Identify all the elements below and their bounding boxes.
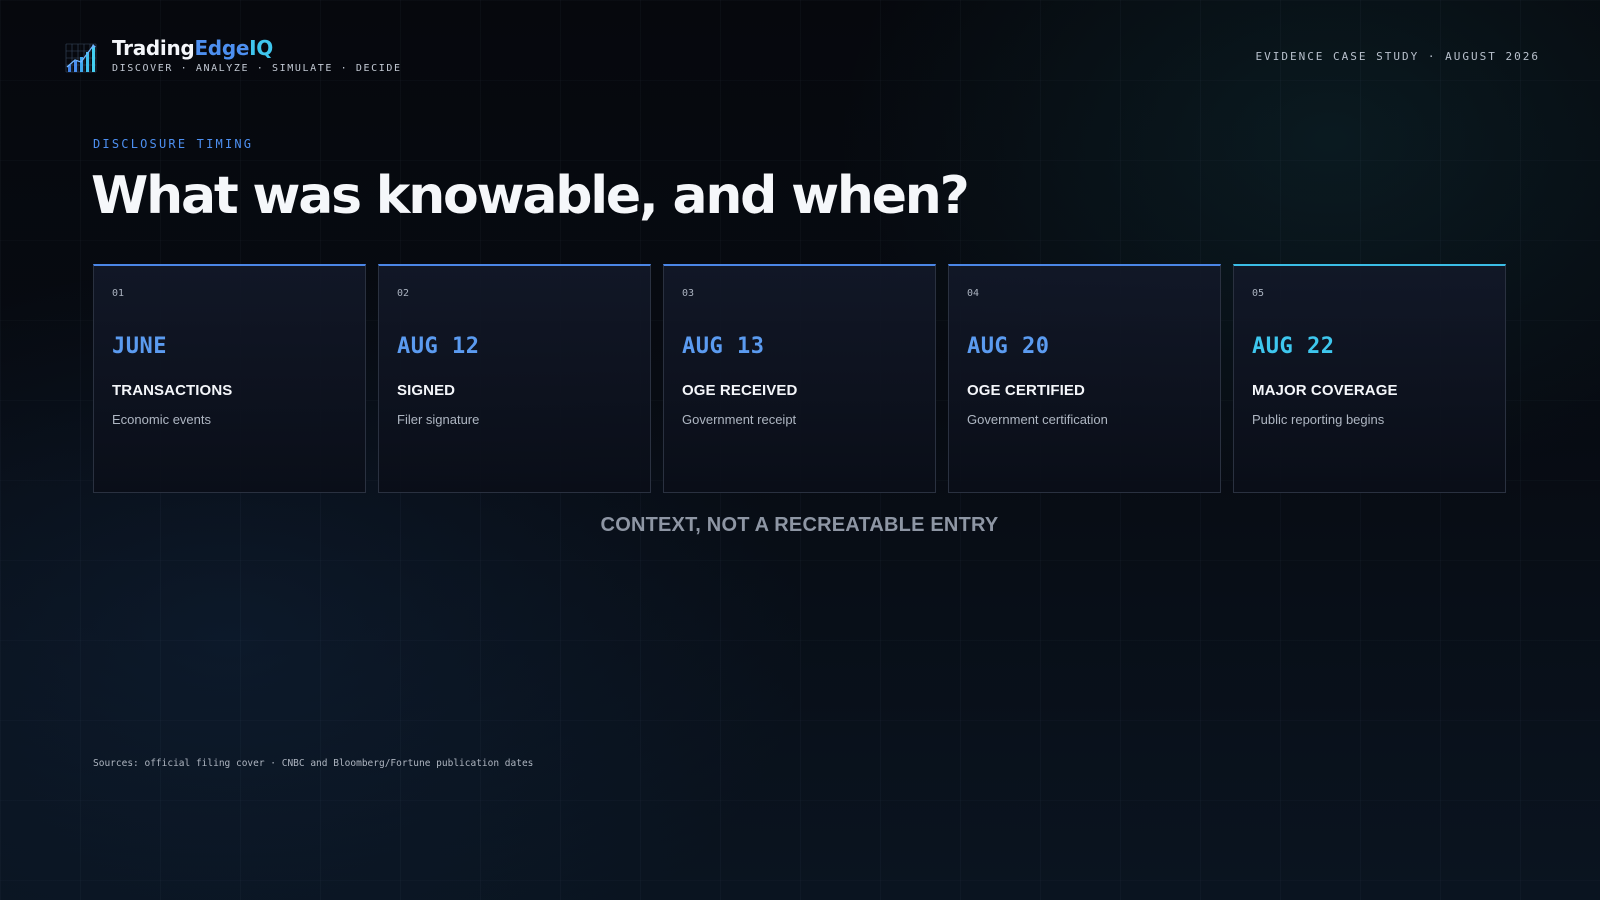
card-description: Government receipt [682,412,797,427]
brand-name-part-1: Trading [112,36,195,60]
card-title: MAJOR COVERAGE [1252,382,1398,399]
timeline-card: 05 AUG 22 MAJOR COVERAGE Public reportin… [1233,264,1506,493]
card-number: 04 [967,288,980,299]
timeline-card: 02 AUG 12 SIGNED Filer signature [378,264,651,493]
case-study-label: EVIDENCE CASE STUDY · AUGUST 2026 [1255,50,1540,63]
card-description: Public reporting begins [1252,412,1385,427]
page-title: What was knowable, and when? [91,166,970,226]
card-title: TRANSACTIONS [112,382,233,399]
brand-name-part-2: Edge [194,36,250,60]
card-title: OGE RECEIVED [682,382,798,399]
card-description: Filer signature [397,412,480,427]
timeline-cards: 01 JUNE TRANSACTIONS Economic events 02 … [93,264,1506,493]
card-description: Government certification [967,412,1108,427]
bar-chart-growth-icon [65,43,97,73]
card-date: AUG 12 [397,334,480,359]
section-eyebrow: DISCLOSURE TIMING [93,137,254,151]
card-date: AUG 22 [1252,334,1335,359]
timeline-card: 04 AUG 20 OGE CERTIFIED Government certi… [948,264,1221,493]
card-date: AUG 20 [967,334,1050,359]
card-date: JUNE [112,334,167,359]
context-note: CONTEXT, NOT A RECREATABLE ENTRY [600,514,999,536]
card-number: 01 [112,288,125,299]
timeline-card: 03 AUG 13 OGE RECEIVED Government receip… [663,264,936,493]
card-number: 02 [397,288,410,299]
brand-name: TradingEdgeIQ [112,36,402,60]
brand-name-part-3: IQ [249,36,273,60]
card-number: 05 [1252,288,1265,299]
card-date: AUG 13 [682,334,765,359]
brand-tagline: DISCOVER · ANALYZE · SIMULATE · DECIDE [112,63,402,74]
card-title: SIGNED [397,382,456,399]
card-number: 03 [682,288,695,299]
timeline-card: 01 JUNE TRANSACTIONS Economic events [93,264,366,493]
card-description: Economic events [112,412,211,427]
brand-header: TradingEdgeIQ DISCOVER · ANALYZE · SIMUL… [64,36,402,74]
sources-footnote: Sources: official filing cover · CNBC an… [93,758,534,769]
card-title: OGE CERTIFIED [967,382,1085,399]
